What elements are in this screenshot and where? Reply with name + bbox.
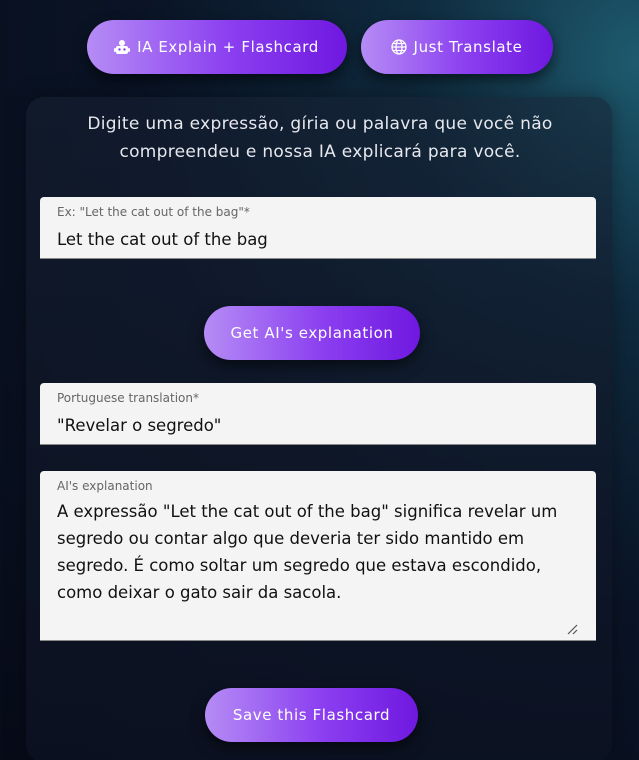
- expression-field-value[interactable]: Let the cat out of the bag: [57, 226, 579, 253]
- just-translate-button[interactable]: Just Translate: [360, 20, 553, 74]
- save-flashcard-button[interactable]: Save this Flashcard: [205, 688, 418, 742]
- translation-field-value[interactable]: "Revelar o segredo": [57, 412, 579, 439]
- resize-handle-icon[interactable]: [566, 620, 578, 635]
- globe-icon: [390, 39, 407, 55]
- ia-explain-flashcard-label: IA Explain + Flashcard: [137, 38, 319, 56]
- mode-switcher: IA Explain + Flashcard Just Translate: [0, 20, 639, 74]
- translation-field-label: Portuguese translation*: [57, 391, 199, 405]
- explanation-field-value[interactable]: A expressão "Let the cat out of the bag"…: [57, 498, 579, 606]
- explanation-field-label: AI's explanation: [57, 479, 153, 493]
- expression-field-label: Ex: "Let the cat out of the bag"*: [57, 205, 250, 219]
- robot-icon: [114, 39, 131, 55]
- expression-field[interactable]: Ex: "Let the cat out of the bag"* Let th…: [40, 197, 596, 259]
- just-translate-label: Just Translate: [413, 38, 523, 56]
- get-explanation-button[interactable]: Get AI's explanation: [204, 306, 420, 360]
- translation-field[interactable]: Portuguese translation* "Revelar o segre…: [40, 383, 596, 445]
- ia-explain-flashcard-button[interactable]: IA Explain + Flashcard: [86, 20, 347, 74]
- explanation-field[interactable]: AI's explanation A expressão "Let the ca…: [40, 471, 596, 641]
- intro-text: Digite uma expressão, gíria ou palavra q…: [87, 114, 553, 162]
